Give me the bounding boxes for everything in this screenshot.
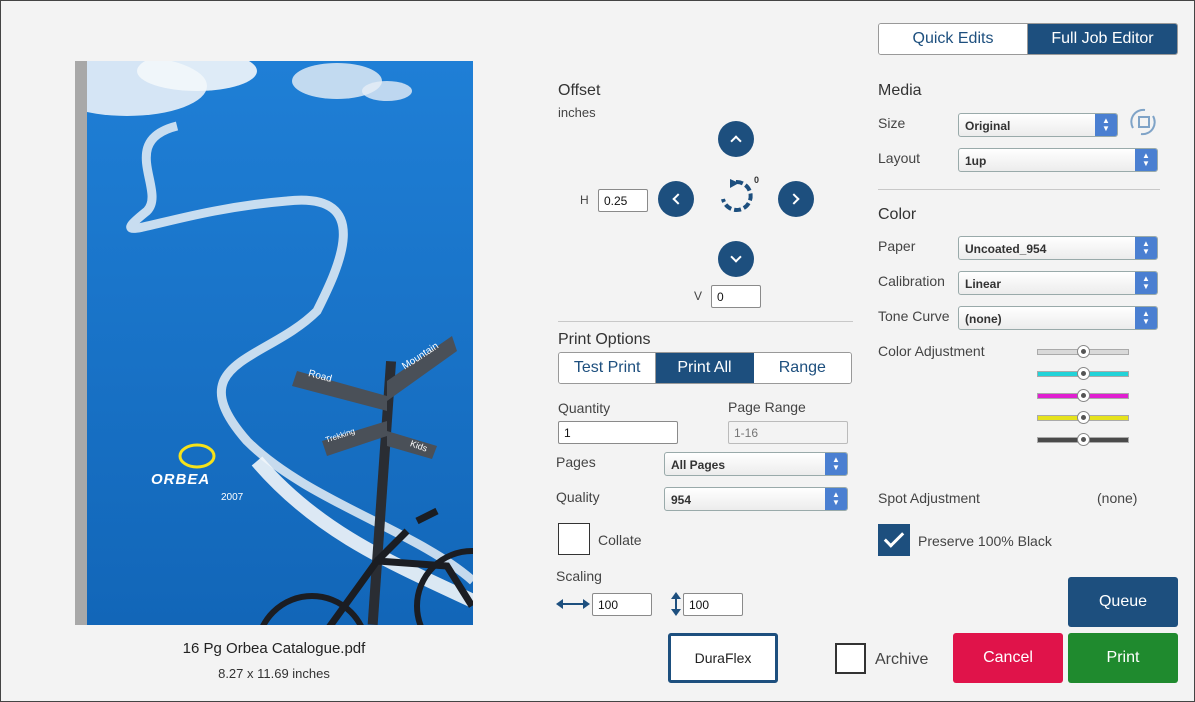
- orientation-rotate-icon[interactable]: [1127, 106, 1159, 138]
- cancel-button[interactable]: Cancel: [953, 633, 1063, 683]
- tab-full-job-editor[interactable]: Full Job Editor: [1028, 24, 1177, 54]
- updown-arrow-icon: ▲ ▼: [1135, 149, 1157, 171]
- color-slider-yellow[interactable]: [1037, 411, 1129, 424]
- size-select[interactable]: Original ▲ ▼: [958, 113, 1118, 137]
- print-options-title: Print Options: [558, 331, 651, 348]
- offset-down-button[interactable]: [718, 241, 754, 277]
- size-select-value: Original: [965, 119, 1011, 133]
- layout-select-value: 1up: [965, 154, 987, 168]
- duraflex-button[interactable]: DuraFlex: [668, 633, 778, 683]
- v-offset-input[interactable]: [711, 285, 761, 308]
- print-button[interactable]: Print: [1068, 633, 1178, 683]
- chevron-left-icon: [672, 193, 684, 205]
- quantity-input[interactable]: [558, 421, 678, 444]
- calibration-label: Calibration: [878, 273, 945, 289]
- tab-quick-edits[interactable]: Quick Edits: [879, 24, 1028, 54]
- rotation-degree: 0: [754, 175, 760, 185]
- spot-adjustment-value: (none): [1097, 490, 1138, 506]
- archive-checkbox[interactable]: [835, 643, 866, 674]
- checkmark-icon: [883, 527, 905, 548]
- page-preview: Road Mountain Trekking Kids ORBEA 2007: [75, 61, 473, 625]
- width-scale-icon: [556, 599, 590, 609]
- slider-thumb[interactable]: [1076, 411, 1090, 424]
- tone-curve-select[interactable]: (none) ▲ ▼: [958, 306, 1158, 330]
- size-label: Size: [878, 115, 906, 131]
- quantity-label: Quantity: [558, 400, 611, 416]
- spot-adjustment-label: Spot Adjustment: [878, 490, 980, 506]
- paper-select-value: Uncoated_954: [965, 242, 1047, 256]
- color-slider-cyan[interactable]: [1037, 367, 1129, 380]
- quality-label: Quality: [556, 489, 600, 505]
- paper-label: Paper: [878, 238, 916, 254]
- tone-curve-select-value: (none): [965, 312, 1002, 326]
- color-slider-black[interactable]: [1037, 433, 1129, 446]
- chevron-down-icon: [730, 251, 742, 263]
- print-mode-tabs: Test Print Print All Range: [558, 352, 852, 384]
- updown-arrow-icon: ▲ ▼: [825, 453, 847, 475]
- pages-label: Pages: [556, 454, 596, 470]
- calibration-select-value: Linear: [965, 277, 1002, 291]
- preserve-black-checkbox[interactable]: [878, 524, 910, 556]
- brand-year: 2007: [221, 492, 244, 503]
- offset-title: Offset: [558, 82, 601, 99]
- scale-height-input[interactable]: [683, 593, 743, 616]
- tab-print-all[interactable]: Print All: [656, 353, 754, 383]
- color-title: Color: [878, 206, 917, 223]
- v-offset-label: V: [694, 289, 703, 303]
- updown-arrow-icon: ▲ ▼: [1135, 272, 1157, 294]
- preserve-black-label: Preserve 100% Black: [918, 533, 1052, 549]
- color-slider-master[interactable]: [1037, 345, 1129, 358]
- pages-select[interactable]: All Pages ▲ ▼: [664, 452, 848, 476]
- divider-color: [878, 189, 1160, 190]
- slider-thumb[interactable]: [1076, 345, 1090, 358]
- color-slider-magenta[interactable]: [1037, 389, 1129, 402]
- queue-button[interactable]: Queue: [1068, 577, 1178, 627]
- slider-thumb[interactable]: [1076, 389, 1090, 402]
- h-offset-label: H: [580, 193, 589, 207]
- archive-label: Archive: [875, 651, 929, 668]
- pages-select-value: All Pages: [671, 458, 726, 472]
- updown-arrow-icon: ▲ ▼: [825, 488, 847, 510]
- tab-test-print[interactable]: Test Print: [559, 353, 657, 383]
- brand-logo: ORBEA: [151, 471, 211, 488]
- updown-arrow-icon: ▲ ▼: [1095, 114, 1117, 136]
- layout-label: Layout: [878, 150, 921, 166]
- slider-thumb[interactable]: [1076, 367, 1090, 380]
- rotate-icon[interactable]: [717, 177, 755, 215]
- h-offset-input[interactable]: [598, 189, 648, 212]
- paper-select[interactable]: Uncoated_954 ▲ ▼: [958, 236, 1158, 260]
- divider-print-options: [558, 321, 853, 322]
- updown-arrow-icon: ▲ ▼: [1135, 307, 1157, 329]
- offset-unit: inches: [558, 105, 596, 120]
- quality-select-value: 954: [671, 493, 692, 507]
- offset-right-button[interactable]: [778, 181, 814, 217]
- chevron-up-icon: [730, 135, 742, 147]
- file-dimensions: 8.27 x 11.69 inches: [218, 666, 330, 681]
- scale-width-input[interactable]: [592, 593, 652, 616]
- binding-edge: [75, 61, 87, 625]
- file-name: 16 Pg Orbea Catalogue.pdf: [182, 640, 366, 657]
- height-scale-icon: [671, 592, 681, 616]
- tone-curve-label: Tone Curve: [878, 308, 950, 324]
- scaling-label: Scaling: [556, 568, 602, 584]
- tab-range[interactable]: Range: [753, 353, 851, 383]
- page-range-input[interactable]: [728, 421, 848, 444]
- collate-checkbox[interactable]: [558, 523, 590, 555]
- offset-up-button[interactable]: [718, 121, 754, 157]
- media-title: Media: [878, 82, 922, 99]
- page-range-label: Page Range: [728, 399, 806, 415]
- layout-select[interactable]: 1up ▲ ▼: [958, 148, 1158, 172]
- mode-tabs: Quick Edits Full Job Editor: [878, 23, 1178, 55]
- offset-left-button[interactable]: [658, 181, 694, 217]
- quality-select[interactable]: 954 ▲ ▼: [664, 487, 848, 511]
- color-adjustment-label: Color Adjustment: [878, 343, 985, 359]
- slider-thumb[interactable]: [1076, 433, 1090, 446]
- collate-label: Collate: [598, 532, 642, 548]
- updown-arrow-icon: ▲ ▼: [1135, 237, 1157, 259]
- chevron-right-icon: [788, 193, 800, 205]
- calibration-select[interactable]: Linear ▲ ▼: [958, 271, 1158, 295]
- cover-illustration: [87, 61, 473, 625]
